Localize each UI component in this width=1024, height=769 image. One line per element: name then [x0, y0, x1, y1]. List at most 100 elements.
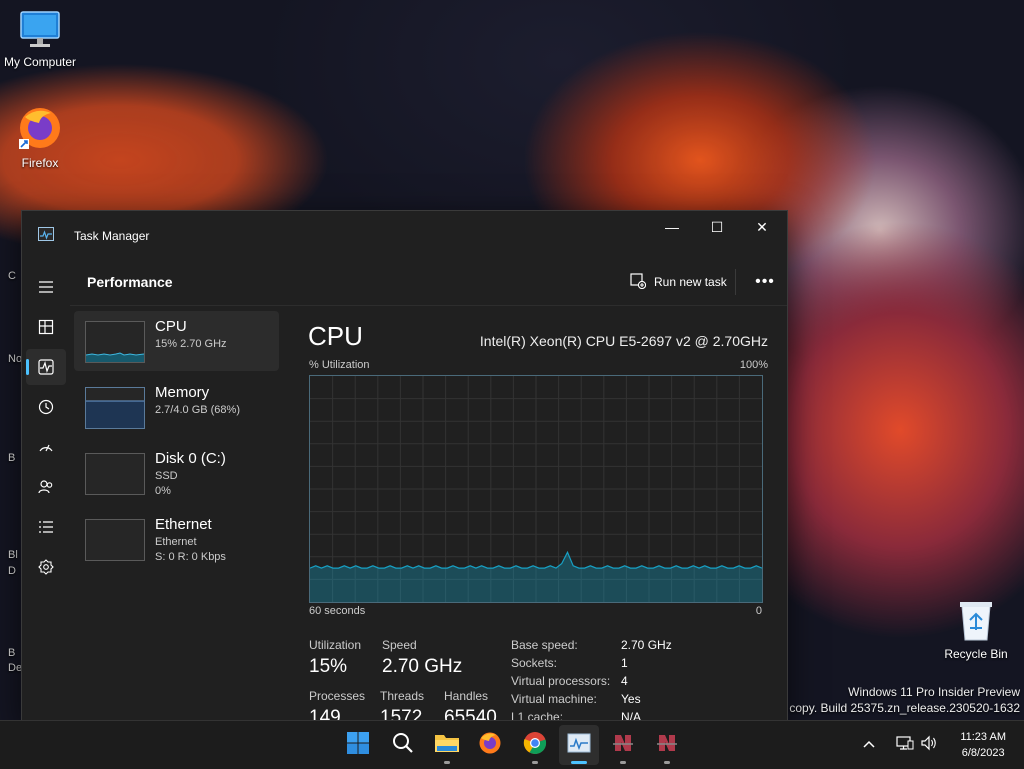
- taskbar-app-n[interactable]: [647, 725, 687, 765]
- clock-time: 11:23 AM: [960, 731, 1006, 743]
- desktop-partial-label: No: [8, 353, 23, 365]
- stat-value: 2.70 GHz: [382, 656, 463, 677]
- desktop-icon-my-computer[interactable]: My Computer: [0, 10, 80, 69]
- spec-key: Virtual processors:: [511, 674, 611, 688]
- clock[interactable]: 11:23 AM 6/8/2023: [960, 729, 1006, 761]
- volume-button[interactable]: [920, 721, 938, 769]
- volume-icon: [920, 735, 938, 756]
- taskbar-firefox[interactable]: [470, 725, 510, 765]
- taskbar-file-explorer[interactable]: [427, 725, 467, 765]
- taskbar-app-n[interactable]: [603, 725, 643, 765]
- stat-label: Speed: [382, 638, 417, 652]
- cpu-panel: CPU Intel(R) Xeon(R) CPU E5-2697 v2 @ 2.…: [308, 311, 768, 721]
- stat-label: Threads: [380, 689, 425, 703]
- spec-key: Virtual machine:: [511, 692, 597, 706]
- device-item-ethernet[interactable]: Ethernet Ethernet S: 0 R: 0 Kbps: [74, 509, 279, 569]
- spec-key: Sockets:: [511, 656, 558, 670]
- graph-y-max: 100%: [739, 359, 768, 371]
- device-detail: 15% 2.70 GHz: [155, 338, 227, 350]
- device-thumbnail: [85, 519, 145, 561]
- cpu-utilization-graph: [309, 375, 763, 603]
- cpu-title: CPU: [308, 321, 363, 351]
- recycle-bin-icon: [936, 598, 1016, 645]
- maximize-button[interactable]: ☐: [694, 211, 740, 243]
- desktop-partial-label: B: [8, 647, 16, 659]
- title-bar[interactable]: Task Manager — ☐ ✕: [22, 211, 787, 259]
- windows-start-icon: [346, 731, 370, 760]
- device-list: CPU 15% 2.70 GHz Memory 2.7/4.0 GB (68%)…: [74, 311, 279, 575]
- file-explorer-icon: [434, 732, 460, 759]
- device-item-disk[interactable]: Disk 0 (C:) SSD 0%: [74, 443, 279, 503]
- spec-value: 1: [621, 656, 628, 670]
- app-n-icon: [611, 732, 635, 759]
- minimize-button[interactable]: —: [649, 211, 695, 243]
- app-n-icon: [655, 732, 679, 759]
- running-indicator: [620, 761, 626, 764]
- task-manager-window: Task Manager — ☐ ✕ Performance Run new t…: [21, 210, 788, 722]
- running-indicator: [532, 761, 538, 764]
- spec-row: Virtual machine: Yes: [511, 692, 672, 710]
- details-icon[interactable]: [26, 509, 66, 545]
- header-divider: [735, 269, 736, 295]
- taskbar: 11:23 AM 6/8/2023: [0, 720, 1024, 769]
- device-thumbnail: [85, 453, 145, 495]
- page-title: Performance: [87, 274, 173, 290]
- watermark-line-2: on copy. Build 25375.zn_release.230520-1…: [772, 701, 1020, 715]
- run-new-task-button[interactable]: Run new task: [624, 268, 733, 296]
- stat-utilization: Utilization 15%: [309, 638, 361, 678]
- start-button[interactable]: [338, 725, 378, 765]
- device-item-memory[interactable]: Memory 2.7/4.0 GB (68%): [74, 377, 279, 437]
- monitor-icon: [0, 10, 80, 53]
- spec-value: 2.70 GHz: [621, 638, 672, 652]
- device-thumbnail: [85, 321, 145, 363]
- app-history-icon[interactable]: [26, 389, 66, 425]
- services-icon[interactable]: [26, 549, 66, 585]
- watermark-line-1: Windows 11 Pro Insider Preview: [848, 685, 1020, 699]
- stat-processes: Processes 149: [309, 689, 366, 721]
- close-button[interactable]: ✕: [739, 211, 785, 243]
- spec-list: Base speed: 2.70 GHz Sockets: 1 Virtual pr…: [511, 638, 672, 721]
- processes-icon[interactable]: [26, 309, 66, 345]
- desktop-partial-label: Bl: [8, 549, 18, 561]
- running-indicator: [444, 761, 450, 764]
- desktop-icon-firefox[interactable]: Firefox: [0, 105, 80, 170]
- network-icon: [896, 735, 914, 756]
- search-icon: [392, 732, 414, 759]
- device-detail: 0%: [155, 485, 171, 497]
- running-indicator: [664, 761, 670, 764]
- desktop-icon-recycle-bin[interactable]: Recycle Bin: [936, 598, 1016, 661]
- performance-icon[interactable]: [26, 349, 66, 385]
- graph-x-right-label: 0: [755, 605, 762, 617]
- run-new-task-label: Run new task: [654, 275, 727, 289]
- startup-apps-icon[interactable]: [26, 429, 66, 465]
- hamburger-menu-icon[interactable]: [26, 269, 66, 305]
- device-item-cpu[interactable]: CPU 15% 2.70 GHz: [74, 311, 279, 371]
- users-icon[interactable]: [26, 469, 66, 505]
- more-options-button[interactable]: •••: [750, 268, 780, 296]
- graph-y-label: % Utilization: [309, 359, 370, 371]
- device-detail: 2.7/4.0 GB (68%): [155, 404, 240, 416]
- desktop-partial-label: C: [8, 270, 16, 282]
- run-new-task-icon: [630, 272, 647, 292]
- stat-label: Utilization: [309, 638, 362, 652]
- network-button[interactable]: [896, 721, 914, 769]
- taskbar-chrome[interactable]: [515, 725, 555, 765]
- search-button[interactable]: [383, 725, 423, 765]
- chevron-up-icon: [862, 736, 876, 754]
- spec-value: 4: [621, 674, 628, 688]
- spec-row: Virtual processors: 4: [511, 674, 672, 692]
- stat-threads: Threads 1572: [380, 689, 425, 721]
- stat-label: Handles: [444, 689, 489, 703]
- show-hidden-icons-button[interactable]: [862, 721, 876, 769]
- stat-handles: Handles 65540: [444, 689, 497, 721]
- device-thumbnail: [85, 387, 145, 429]
- stat-label: Processes: [309, 689, 366, 703]
- cpu-model: Intel(R) Xeon(R) CPU E5-2697 v2 @ 2.70GH…: [479, 333, 768, 349]
- desktop-partial-label: D: [8, 565, 16, 577]
- device-detail: SSD: [155, 470, 178, 482]
- device-detail: S: 0 R: 0 Kbps: [155, 551, 226, 563]
- desktop-partial-label: De: [8, 662, 23, 674]
- spec-key: Base speed:: [511, 638, 578, 652]
- taskbar-task-manager[interactable]: [559, 725, 599, 765]
- desktop-icon-label: My Computer: [3, 55, 77, 69]
